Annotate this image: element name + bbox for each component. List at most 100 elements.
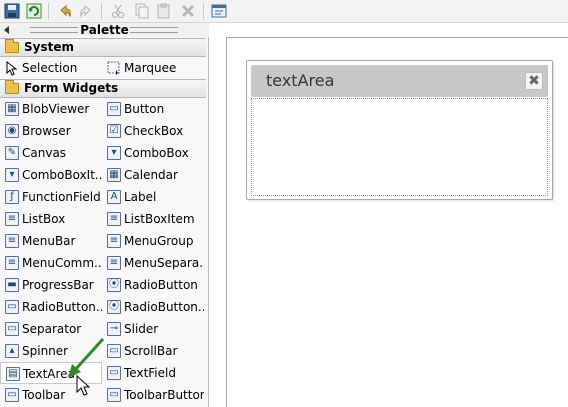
item-label: MenuGroup [124,234,194,248]
item-label: CheckBox [124,124,184,138]
palette-item-textarea[interactable]: ▤ TextArea [0,362,102,384]
radiobutton-icon: ⦿ [107,300,121,314]
layout-icon[interactable] [210,2,228,20]
item-label: Button [124,102,165,116]
item-label: Separator [22,322,82,336]
category-form-widgets[interactable]: Form Widgets [0,79,206,98]
item-label: RadioButton... [22,300,102,314]
radiobutton-icon: ▭ [5,300,19,314]
cut-icon[interactable] [109,2,127,20]
palette-item-progressbar[interactable]: ▬ ProgressBar [0,274,102,296]
toolbar-icon: ▭ [5,388,19,402]
undo-icon[interactable] [55,2,73,20]
separator-icon: ▭ [5,322,19,336]
palette-item-listboxitem[interactable]: ≡ ListBoxItem [102,208,204,230]
textfield-icon: ▭ [107,366,121,380]
item-label: Toolbar [22,388,66,402]
item-label: RadioButton... [124,300,204,314]
item-label: TextArea [23,367,75,381]
item-label: Browser [22,124,71,138]
item-label: ScrollBar [124,344,178,358]
progressbar-icon: ▬ [5,278,19,292]
button-icon: ▭ [107,102,121,116]
palette-item-menugroup[interactable]: ≡ MenuGroup [102,230,204,252]
textarea-icon: ▤ [6,367,20,381]
textarea-widget[interactable]: textArea ✖ [246,60,553,200]
browser-icon: ◉ [5,124,19,138]
palette-item-comboboxit[interactable]: ▾ ComboBoxIt... [0,164,102,186]
palette-item-blobviewer[interactable]: ▦ BlobViewer [0,98,102,120]
palette-item-spinner[interactable]: ▴ Spinner [0,340,102,362]
folder-icon [5,80,19,94]
palette-item-checkbox[interactable]: ☑ CheckBox [102,120,204,142]
item-label: RadioButton [124,278,198,292]
item-label: Canvas [22,146,67,160]
combobox-icon: ▾ [107,146,121,160]
item-label: MenuSepara... [124,256,204,270]
slider-icon: ⊸ [107,322,121,336]
palette-item-menucomm[interactable]: ≡ MenuComm... [0,252,102,274]
palette-item-radiobutton[interactable]: ⦿ RadioButton [102,274,204,296]
palette-item-slider[interactable]: ⊸ Slider [102,318,204,340]
copy-icon[interactable] [133,2,151,20]
item-label: Selection [22,61,78,75]
spinner-icon: ▴ [5,344,19,358]
calendar-icon: ▦ [107,168,121,182]
palette-item-radiobutton[interactable]: ⦿ RadioButton... [102,296,204,318]
paste-icon[interactable] [155,2,173,20]
comboboxit-icon: ▾ [5,168,19,182]
item-label: ListBox [22,212,66,226]
redo-icon[interactable] [78,2,96,20]
radiobutton-icon: ⦿ [107,278,121,292]
palette-item-functionfield[interactable]: ƒ FunctionField [0,186,102,208]
widget-header[interactable]: textArea ✖ [251,65,548,97]
checkbox-icon: ☑ [107,124,121,138]
palette-item-selection[interactable]: Selection [0,57,102,79]
palette-item-menubar[interactable]: ≡ MenuBar [0,230,102,252]
item-label: Calendar [124,168,178,182]
palette-item-browser[interactable]: ◉ Browser [0,120,102,142]
item-label: TextField [124,366,176,380]
save-icon[interactable] [3,2,21,20]
palette-item-radiobutton[interactable]: ▭ RadioButton... [0,296,102,318]
item-label: Label [124,190,157,204]
palette-title: Palette [80,23,129,37]
item-label: Slider [124,322,159,336]
palette-item-marquee[interactable]: Marquee [102,57,204,79]
folder-icon [5,39,19,53]
menugroup-icon: ≡ [107,234,121,248]
palette-item-listbox[interactable]: ≡ ListBox [0,208,102,230]
palette-header: Palette [0,23,209,37]
item-label: ComboBoxIt... [22,168,102,182]
palette-item-label[interactable]: A Label [102,186,204,208]
textarea-body[interactable] [251,98,548,196]
item-label: Spinner [22,344,69,358]
palette-item-textfield[interactable]: ▭ TextField [102,362,204,384]
palette-item-canvas[interactable]: ✎ Canvas [0,142,102,164]
palette-item-toolbarbutton[interactable]: ▭ ToolbarButton [102,384,204,406]
item-label: MenuComm... [22,256,102,270]
widget-title: textArea [266,71,335,90]
marquee-icon [107,61,120,75]
label-icon: A [107,190,121,204]
item-label: BlobViewer [22,102,90,116]
palette-item-calendar[interactable]: ▦ Calendar [102,164,204,186]
menusepara-icon: ≡ [107,256,121,270]
item-label: ListBoxItem [124,212,195,226]
refresh-icon[interactable] [25,2,43,20]
listbox-icon: ≡ [5,212,19,226]
palette-panel: Palette System Selection Marquee Form Wi… [0,23,209,407]
palette-item-button[interactable]: ▭ Button [102,98,204,120]
palette-item-scrollbar[interactable]: ▭ ScrollBar [102,340,204,362]
category-label: Form Widgets [24,81,119,95]
palette-item-separator[interactable]: ▭ Separator [0,318,102,340]
item-label: MenuBar [22,234,76,248]
close-icon[interactable]: ✖ [525,72,543,90]
delete-icon[interactable] [179,2,197,20]
blobviewer-icon: ▦ [5,102,19,116]
palette-item-toolbar[interactable]: ▭ Toolbar [0,384,102,406]
palette-item-combobox[interactable]: ▾ ComboBox [102,142,204,164]
category-system[interactable]: System [0,38,206,57]
palette-item-menusepara[interactable]: ≡ MenuSepara... [102,252,204,274]
item-label: ToolbarButton [124,388,204,402]
